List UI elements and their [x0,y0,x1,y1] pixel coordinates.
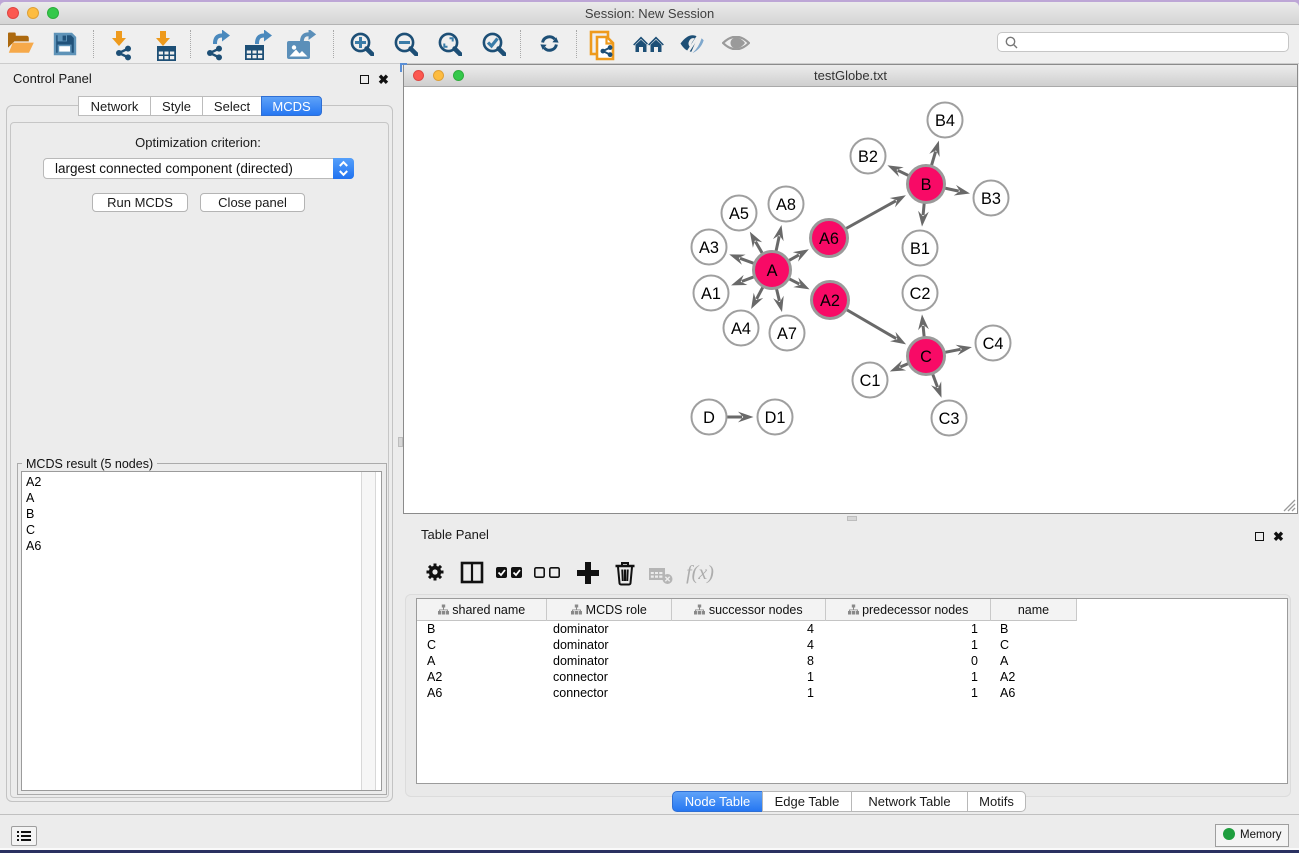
svg-text:A: A [767,262,778,280]
svg-text:A4: A4 [731,320,751,338]
svg-text:C1: C1 [860,372,881,390]
svg-text:C3: C3 [939,410,960,428]
svg-text:A7: A7 [777,325,797,343]
svg-text:A6: A6 [819,230,839,248]
svg-text:B: B [921,176,932,194]
svg-text:C4: C4 [983,335,1004,353]
svg-text:B2: B2 [858,148,878,166]
svg-text:D1: D1 [765,409,786,427]
svg-text:A3: A3 [699,239,719,257]
svg-text:B3: B3 [981,190,1001,208]
svg-text:D: D [703,409,715,427]
svg-text:C2: C2 [910,285,931,303]
svg-text:A2: A2 [820,292,840,310]
svg-text:A1: A1 [701,285,721,303]
svg-text:C: C [920,348,932,366]
svg-text:B4: B4 [935,112,955,130]
svg-text:A5: A5 [729,205,749,223]
svg-text:f(x): f(x) [686,562,714,584]
svg-text:B1: B1 [910,240,930,258]
svg-text:A8: A8 [776,196,796,214]
